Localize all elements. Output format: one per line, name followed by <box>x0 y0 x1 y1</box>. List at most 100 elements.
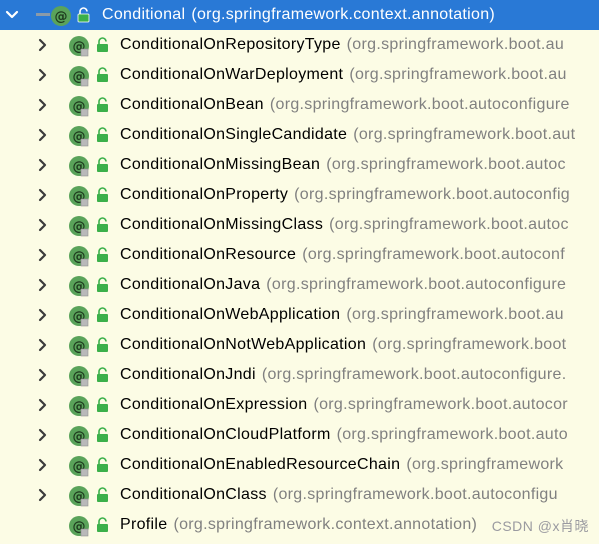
chevron-right-icon[interactable] <box>35 240 51 270</box>
public-lock-icon <box>96 217 109 233</box>
class-name: ConditionalOnEnabledResourceChain <box>120 456 401 473</box>
package-name: (org.springframework.boot.au <box>349 66 567 83</box>
tree-row[interactable]: @ ConditionalOnJava (org.springframework.b… <box>0 270 599 300</box>
tree-row[interactable]: @ ConditionalOnCloudPlatform (org.springfr… <box>0 420 599 450</box>
public-lock-icon <box>96 187 109 203</box>
annotation-type-icon: @ <box>68 335 90 357</box>
public-lock-icon <box>96 517 109 533</box>
tree-row-label: ConditionalOnWarDeployment (org.springfra… <box>120 60 567 90</box>
tree-row[interactable]: @ ConditionalOnWebApplication (org.springf… <box>0 300 599 330</box>
annotation-type-icon: @ <box>68 485 90 507</box>
tree-row-root[interactable]: @ Conditional (org.springframework.contex… <box>0 0 599 30</box>
tree-row-label: ConditionalOnWebApplication (org.springfr… <box>120 300 564 330</box>
package-name: (org.springframework.boot.au <box>346 306 564 323</box>
package-name: (org.springframework.boot.autoconf <box>302 246 565 263</box>
chevron-right-icon[interactable] <box>35 480 51 510</box>
annotation-type-icon: @ <box>68 185 90 207</box>
tree-row[interactable]: @ ConditionalOnExpression (org.springframe… <box>0 390 599 420</box>
chevron-right-icon[interactable] <box>35 210 51 240</box>
chevron-right-icon[interactable] <box>35 90 51 120</box>
public-lock-icon <box>96 487 109 503</box>
tree-row[interactable]: @ ConditionalOnMissingBean (org.springfram… <box>0 150 599 180</box>
class-name: ConditionalOnClass <box>120 486 267 503</box>
annotation-type-icon: @ <box>68 245 90 267</box>
public-lock-icon <box>96 97 109 113</box>
tree-row-label: ConditionalOnJava (org.springframework.bo… <box>120 270 566 300</box>
class-name: ConditionalOnResource <box>120 246 297 263</box>
chevron-right-icon[interactable] <box>35 390 51 420</box>
class-name: ConditionalOnExpression <box>120 396 308 413</box>
chevron-right-icon[interactable] <box>35 270 51 300</box>
public-lock-icon <box>96 337 109 353</box>
chevron-right-icon[interactable] <box>35 420 51 450</box>
annotation-type-icon: @ <box>50 5 72 27</box>
tree-row[interactable]: @ ConditionalOnRepositoryType (org.springf… <box>0 30 599 60</box>
package-name: (org.springframework.boot.autocor <box>313 396 568 413</box>
annotation-type-icon: @ <box>68 65 90 87</box>
public-lock-icon <box>96 247 109 263</box>
public-lock-icon <box>96 457 109 473</box>
tree-row-label: ConditionalOnResource (org.springframewor… <box>120 240 565 270</box>
annotation-type-icon: @ <box>68 35 90 57</box>
tree-row-label: ConditionalOnSingleCandidate (org.springf… <box>120 120 575 150</box>
tree-row[interactable]: @ ConditionalOnResource (org.springframewo… <box>0 240 599 270</box>
public-lock-icon <box>96 367 109 383</box>
tree-row[interactable]: @ ConditionalOnClass (org.springframework.… <box>0 480 599 510</box>
chevron-right-icon[interactable] <box>35 120 51 150</box>
tree-row[interactable]: @ ConditionalOnEnabledResourceChain (org.s… <box>0 450 599 480</box>
chevron-right-icon[interactable] <box>35 450 51 480</box>
tree-row-label: ConditionalOnEnabledResourceChain (org.sp… <box>120 450 563 480</box>
tree-row-label: ConditionalOnExpression (org.springframew… <box>120 390 568 420</box>
annotation-type-icon: @ <box>68 365 90 387</box>
package-name: (org.springframework <box>406 456 564 473</box>
tree-row-label: ConditionalOnCloudPlatform (org.springfra… <box>120 420 568 450</box>
public-lock-icon <box>96 277 109 293</box>
package-name: (org.springframework.boot.au <box>346 36 565 53</box>
tree-row-label: Profile (org.springframework.context.anno… <box>120 510 477 540</box>
annotation-type-icon: @ <box>68 425 90 447</box>
tree-row[interactable]: @ ConditionalOnBean (org.springframework.b… <box>0 90 599 120</box>
class-name: ConditionalOnCloudPlatform <box>120 426 331 443</box>
class-name: ConditionalOnMissingClass <box>120 216 324 233</box>
tree-row-label: Conditional (org.springframework.context.… <box>102 0 495 30</box>
watermark: CSDN @x肖晓 <box>491 518 589 534</box>
tree-row[interactable]: @ ConditionalOnJndi (org.springframework.b… <box>0 360 599 390</box>
public-lock-icon <box>96 157 109 173</box>
annotation-type-icon: @ <box>68 155 90 177</box>
tree-row[interactable]: @ ConditionalOnMissingClass (org.springfra… <box>0 210 599 240</box>
class-name: ConditionalOnBean <box>120 96 264 113</box>
tree-row-label: ConditionalOnJndi (org.springframework.bo… <box>120 360 566 390</box>
class-name: ConditionalOnProperty <box>120 186 289 203</box>
class-name: ConditionalOnWebApplication <box>120 306 341 323</box>
public-lock-icon <box>96 307 109 323</box>
chevron-right-icon[interactable] <box>35 360 51 390</box>
chevron-right-icon[interactable] <box>35 180 51 210</box>
annotation-type-icon: @ <box>68 215 90 237</box>
package-name: (org.springframework.boot.aut <box>353 126 576 143</box>
chevron-down-icon[interactable] <box>4 0 20 30</box>
tree-row[interactable]: @ ConditionalOnNotWebApplication (org.spri… <box>0 330 599 360</box>
annotation-type-icon: @ <box>68 125 90 147</box>
chevron-right-icon[interactable] <box>35 300 51 330</box>
chevron-right-icon[interactable] <box>35 150 51 180</box>
tree-row[interactable]: @ ConditionalOnWarDeployment (org.springfr… <box>0 60 599 90</box>
tree-connector-icon <box>36 13 50 16</box>
tree-row-label: ConditionalOnClass (org.springframework.b… <box>120 480 558 510</box>
package-name: (org.springframework.boot.autoconfigure <box>269 96 570 113</box>
annotation-type-icon: @ <box>68 95 90 117</box>
class-name: ConditionalOnSingleCandidate <box>120 126 348 143</box>
chevron-right-icon[interactable] <box>35 60 51 90</box>
chevron-right-icon[interactable] <box>35 330 51 360</box>
annotation-type-icon: @ <box>68 515 90 537</box>
tree-row[interactable]: @ ConditionalOnProperty (org.springframewo… <box>0 180 599 210</box>
class-name: ConditionalOnJava <box>120 276 261 293</box>
package-name: (org.springframework.boot <box>372 336 567 353</box>
tree-row-label: ConditionalOnMissingBean (org.springframe… <box>120 150 566 180</box>
package-name: (org.springframework.boot.auto <box>336 426 568 443</box>
chevron-right-icon[interactable] <box>35 30 51 60</box>
annotation-type-icon: @ <box>68 395 90 417</box>
annotation-type-icon: @ <box>68 305 90 327</box>
tree-row[interactable]: @ ConditionalOnSingleCandidate (org.spring… <box>0 120 599 150</box>
tree-row-label: ConditionalOnProperty (org.springframewor… <box>120 180 570 210</box>
type-hierarchy-tree[interactable]: @ Conditional (org.springframework.contex… <box>0 0 599 544</box>
